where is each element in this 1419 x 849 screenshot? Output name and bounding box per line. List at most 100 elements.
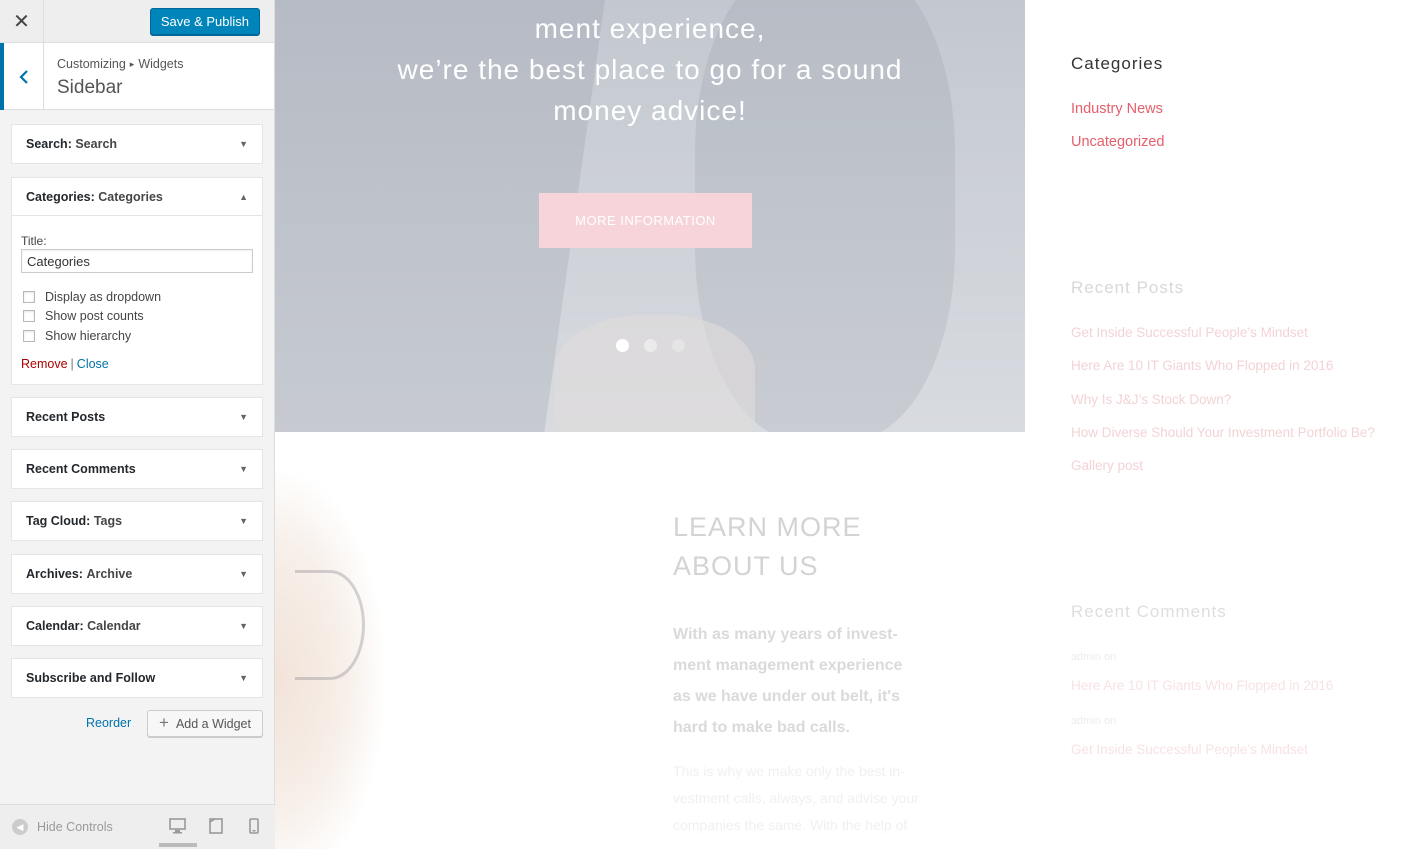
sidebar-recent-comments-title: Recent Comments <box>1071 602 1227 621</box>
widget-type: Subscribe and Follow <box>26 671 156 685</box>
about-title-line: LEARN MORE <box>673 512 862 542</box>
remove-link[interactable]: Remove <box>21 357 68 371</box>
slider-dot-1[interactable] <box>616 339 629 352</box>
breadcrumb-root: Customizing <box>57 57 126 71</box>
expand-arrow-icon[interactable]: ▼ <box>239 621 248 631</box>
expand-arrow-icon[interactable]: ▼ <box>239 673 248 683</box>
about-body-line: companies the same. With the help of <box>673 817 908 833</box>
customizer-panel: ✕ Save & Publish Customizing ▸ Widgets Sid… <box>0 0 275 849</box>
widget-recent-posts[interactable]: Recent Posts ▼ <box>11 397 263 437</box>
tablet-preview-icon[interactable] <box>209 818 223 839</box>
sidebar-recent-posts-title: Recent Posts <box>1071 278 1185 297</box>
about-lead-line: With as many years of invest- <box>673 626 898 643</box>
option-show-post-counts[interactable]: Show post counts <box>23 309 144 323</box>
comment-meta: admin on <box>1071 651 1117 663</box>
widget-title: Calendar <box>87 619 141 633</box>
widget-subscribe-follow[interactable]: Subscribe and Follow ▼ <box>11 658 263 698</box>
widget-title: Archive <box>86 567 133 581</box>
breadcrumb: Customizing ▸ Widgets <box>57 57 183 71</box>
hero-headline: ment experience, we’re the best place to… <box>275 8 1025 131</box>
widget-title: Categories <box>98 189 163 204</box>
widget-header[interactable]: Recent Posts ▼ <box>12 398 262 436</box>
widget-archives[interactable]: Archives: Archive ▼ <box>11 554 263 594</box>
save-publish-button[interactable]: Save & Publish <box>149 8 260 35</box>
about-lead-line: ment management experience <box>673 657 903 674</box>
active-device-indicator <box>159 843 197 847</box>
recent-post-link[interactable]: How Diverse Should Your Investment Portf… <box>1071 425 1375 440</box>
add-widget-button[interactable]: + Add a Widget <box>147 710 263 737</box>
widget-header[interactable]: Archives: Archive ▼ <box>12 555 262 593</box>
expand-arrow-icon[interactable]: ▼ <box>239 412 248 422</box>
hero-hands-shape <box>555 315 755 432</box>
checkbox[interactable] <box>23 291 35 303</box>
close-link[interactable]: Close <box>77 357 109 371</box>
customizer-footer: ◀ Hide Controls <box>0 804 275 849</box>
widget-calendar[interactable]: Calendar: Calendar ▼ <box>11 606 263 646</box>
collapse-arrow-icon: ◀ <box>12 819 28 835</box>
widget-title: Tags <box>93 514 123 528</box>
breadcrumb-parent: Widgets <box>138 57 184 71</box>
option-show-hierarchy[interactable]: Show hierarchy <box>23 329 131 343</box>
about-lead-line: as we have under out belt, it's <box>673 688 900 705</box>
hero-line: money advice! <box>553 95 747 126</box>
sidebar-categories-title: Categories <box>1071 54 1164 73</box>
about-body: This is why we make only the best in- ve… <box>673 758 953 839</box>
widget-header[interactable]: Recent Comments ▼ <box>12 450 262 488</box>
about-title-line: ABOUT US <box>673 551 819 581</box>
widget-type: Tag Cloud: <box>26 514 91 528</box>
expand-arrow-icon[interactable]: ▼ <box>239 464 248 474</box>
add-widget-label: Add a Widget <box>175 716 251 731</box>
comment-post-link[interactable]: Get Inside Successful People’s Mindset <box>1071 742 1308 757</box>
widget-actions: Remove | Close <box>21 357 109 371</box>
widget-type: Archives: <box>26 567 83 581</box>
option-display-dropdown[interactable]: Display as dropdown <box>23 290 161 304</box>
section-title: Sidebar <box>57 77 123 98</box>
category-link[interactable]: Uncategorized <box>1071 134 1165 150</box>
close-customizer-icon[interactable]: ✕ <box>0 0 44 43</box>
portrait-image <box>275 470 385 849</box>
slider-dot-2[interactable] <box>644 339 657 352</box>
breadcrumb-arrow-icon: ▸ <box>129 59 135 69</box>
section-header: Customizing ▸ Widgets Sidebar <box>0 43 274 110</box>
back-chevron-icon[interactable] <box>0 43 44 110</box>
comment-post-link[interactable]: Here Are 10 IT Giants Who Flopped in 201… <box>1071 678 1333 693</box>
widget-header[interactable]: Subscribe and Follow ▼ <box>12 659 262 697</box>
widget-categories[interactable]: Categories: Categories ▲ Title: Display … <box>11 177 263 385</box>
hero-line: ment experience, <box>534 13 766 44</box>
plus-icon: + <box>159 712 169 732</box>
recent-post-link[interactable]: Here Are 10 IT Giants Who Flopped in 201… <box>1071 358 1333 373</box>
separator: | <box>70 357 74 371</box>
hero-line: we’re the best place to go for a sound <box>397 54 903 85</box>
slider-dot-3[interactable] <box>672 339 685 352</box>
mobile-preview-icon[interactable] <box>249 818 259 839</box>
widget-header[interactable]: Tag Cloud: Tags ▼ <box>12 502 262 540</box>
widget-header[interactable]: Categories: Categories ▲ <box>12 178 262 216</box>
widget-header[interactable]: Calendar: Calendar ▼ <box>12 607 262 645</box>
widget-search[interactable]: Search: Search ▼ <box>11 124 263 164</box>
widget-tag-cloud[interactable]: Tag Cloud: Tags ▼ <box>11 501 263 541</box>
category-link[interactable]: Industry News <box>1071 101 1163 117</box>
widget-recent-comments[interactable]: Recent Comments ▼ <box>11 449 263 489</box>
reorder-link[interactable]: Reorder <box>86 716 131 730</box>
hero-banner: ment experience, we’re the best place to… <box>275 0 1025 432</box>
hide-controls-button[interactable]: ◀ Hide Controls <box>12 819 113 835</box>
expand-arrow-icon[interactable]: ▼ <box>239 139 248 149</box>
widget-type: Search: <box>26 137 72 151</box>
option-label: Show hierarchy <box>45 329 132 343</box>
option-label: Show post counts <box>45 309 144 323</box>
about-lead-line: hard to make bad calls. <box>673 719 850 736</box>
checkbox[interactable] <box>23 310 35 322</box>
hide-controls-label: Hide Controls <box>37 820 113 834</box>
collapse-arrow-icon[interactable]: ▲ <box>239 192 248 202</box>
desktop-preview-icon[interactable] <box>169 818 186 839</box>
expand-arrow-icon[interactable]: ▼ <box>239 516 248 526</box>
expand-arrow-icon[interactable]: ▼ <box>239 569 248 579</box>
recent-post-link[interactable]: Gallery post <box>1071 458 1143 473</box>
widget-header[interactable]: Search: Search ▼ <box>12 125 262 163</box>
title-input[interactable] <box>21 249 253 273</box>
checkbox[interactable] <box>23 330 35 342</box>
about-title: LEARN MORE ABOUT US <box>673 508 862 586</box>
recent-post-link[interactable]: Get Inside Successful People’s Mindset <box>1071 325 1308 340</box>
recent-post-link[interactable]: Why Is J&J’s Stock Down? <box>1071 392 1231 407</box>
more-information-button[interactable]: MORE INFORMATION <box>539 193 752 248</box>
